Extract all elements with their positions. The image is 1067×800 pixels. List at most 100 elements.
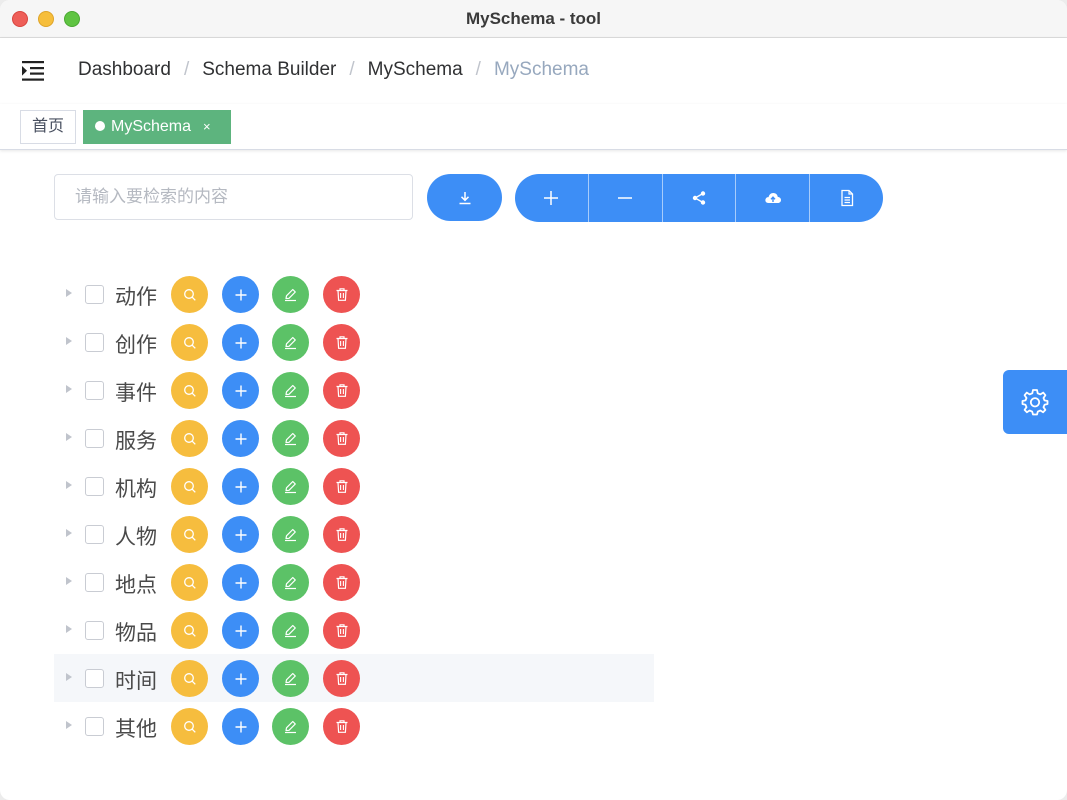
node-delete-button[interactable] <box>323 276 360 313</box>
node-search-button[interactable] <box>171 420 208 457</box>
menu-toggle-icon[interactable] <box>22 60 46 82</box>
expand-caret-icon[interactable] <box>66 289 72 297</box>
tree-node[interactable]: 机构 <box>54 462 654 510</box>
breadcrumb-separator: / <box>183 59 190 80</box>
node-checkbox[interactable] <box>85 717 104 736</box>
node-add-button[interactable] <box>222 372 259 409</box>
expand-caret-icon[interactable] <box>66 433 72 441</box>
node-search-button[interactable] <box>171 612 208 649</box>
remove-button[interactable] <box>589 174 663 222</box>
node-edit-button[interactable] <box>272 324 309 361</box>
gear-icon <box>1021 389 1049 416</box>
pencil-icon <box>285 576 296 590</box>
node-search-button[interactable] <box>171 372 208 409</box>
search-input[interactable] <box>54 174 413 220</box>
node-add-button[interactable] <box>222 660 259 697</box>
node-checkbox[interactable] <box>85 477 104 496</box>
node-search-button[interactable] <box>171 516 208 553</box>
node-add-button[interactable] <box>222 324 259 361</box>
plus-icon <box>235 385 246 396</box>
node-edit-button[interactable] <box>272 420 309 457</box>
tree-node[interactable]: 人物 <box>54 510 654 558</box>
node-add-button[interactable] <box>222 564 259 601</box>
node-edit-button[interactable] <box>272 372 309 409</box>
node-search-button[interactable] <box>171 660 208 697</box>
expand-caret-icon[interactable] <box>66 625 72 633</box>
node-search-button[interactable] <box>171 468 208 505</box>
tag-home[interactable]: 首页 <box>20 110 76 144</box>
breadcrumb-dashboard[interactable]: Dashboard <box>78 59 171 80</box>
tree-node[interactable]: 服务 <box>54 414 654 462</box>
node-search-button[interactable] <box>171 564 208 601</box>
node-add-button[interactable] <box>222 612 259 649</box>
trash-icon <box>336 288 347 301</box>
plus-icon <box>235 721 246 732</box>
node-edit-button[interactable] <box>272 612 309 649</box>
node-edit-button[interactable] <box>272 708 309 745</box>
node-checkbox[interactable] <box>85 429 104 448</box>
node-checkbox[interactable] <box>85 381 104 400</box>
pencil-icon <box>285 288 296 302</box>
expand-caret-icon[interactable] <box>66 577 72 585</box>
pencil-icon <box>285 336 296 350</box>
node-delete-button[interactable] <box>323 612 360 649</box>
trash-icon <box>336 384 347 397</box>
node-checkbox[interactable] <box>85 285 104 304</box>
breadcrumb-myschema[interactable]: MySchema <box>368 59 463 80</box>
node-delete-button[interactable] <box>323 324 360 361</box>
expand-caret-icon[interactable] <box>66 481 72 489</box>
node-delete-button[interactable] <box>323 708 360 745</box>
add-button[interactable] <box>515 174 589 222</box>
node-delete-button[interactable] <box>323 516 360 553</box>
plus-icon <box>235 433 246 444</box>
node-checkbox[interactable] <box>85 669 104 688</box>
node-checkbox[interactable] <box>85 621 104 640</box>
upload-button[interactable] <box>736 174 811 222</box>
node-add-button[interactable] <box>222 420 259 457</box>
node-add-button[interactable] <box>222 468 259 505</box>
expand-caret-icon[interactable] <box>66 721 72 729</box>
node-delete-button[interactable] <box>323 420 360 457</box>
node-search-button[interactable] <box>171 708 208 745</box>
search-icon <box>183 720 196 733</box>
document-button[interactable] <box>810 174 883 222</box>
node-add-button[interactable] <box>222 276 259 313</box>
download-button[interactable] <box>427 174 502 221</box>
pencil-icon <box>285 384 296 398</box>
tree-node[interactable]: 物品 <box>54 606 654 654</box>
node-checkbox[interactable] <box>85 573 104 592</box>
expand-caret-icon[interactable] <box>66 385 72 393</box>
node-search-button[interactable] <box>171 324 208 361</box>
tree-node[interactable]: 时间 <box>54 654 654 702</box>
node-checkbox[interactable] <box>85 333 104 352</box>
node-delete-button[interactable] <box>323 468 360 505</box>
tag-myschema[interactable]: MySchema × <box>83 110 231 144</box>
search-icon <box>183 624 196 637</box>
tree-node[interactable]: 其他 <box>54 702 654 750</box>
tree-node[interactable]: 动作 <box>54 270 654 318</box>
node-delete-button[interactable] <box>323 660 360 697</box>
tree-node[interactable]: 创作 <box>54 318 654 366</box>
expand-caret-icon[interactable] <box>66 673 72 681</box>
tree-node[interactable]: 地点 <box>54 558 654 606</box>
node-delete-button[interactable] <box>323 372 360 409</box>
node-checkbox[interactable] <box>85 525 104 544</box>
node-label: 动作 <box>115 286 157 309</box>
expand-caret-icon[interactable] <box>66 529 72 537</box>
node-edit-button[interactable] <box>272 564 309 601</box>
share-button[interactable] <box>663 174 737 222</box>
node-edit-button[interactable] <box>272 516 309 553</box>
expand-caret-icon[interactable] <box>66 337 72 345</box>
node-add-button[interactable] <box>222 516 259 553</box>
node-add-button[interactable] <box>222 708 259 745</box>
node-delete-button[interactable] <box>323 564 360 601</box>
node-search-button[interactable] <box>171 276 208 313</box>
breadcrumb-separator: / <box>475 59 481 80</box>
breadcrumb-schema-builder[interactable]: Schema Builder <box>202 59 336 80</box>
node-edit-button[interactable] <box>272 276 309 313</box>
node-edit-button[interactable] <box>272 468 309 505</box>
tag-close-icon[interactable]: × <box>203 111 211 143</box>
tree-node[interactable]: 事件 <box>54 366 654 414</box>
node-edit-button[interactable] <box>272 660 309 697</box>
settings-button[interactable] <box>1003 370 1067 434</box>
